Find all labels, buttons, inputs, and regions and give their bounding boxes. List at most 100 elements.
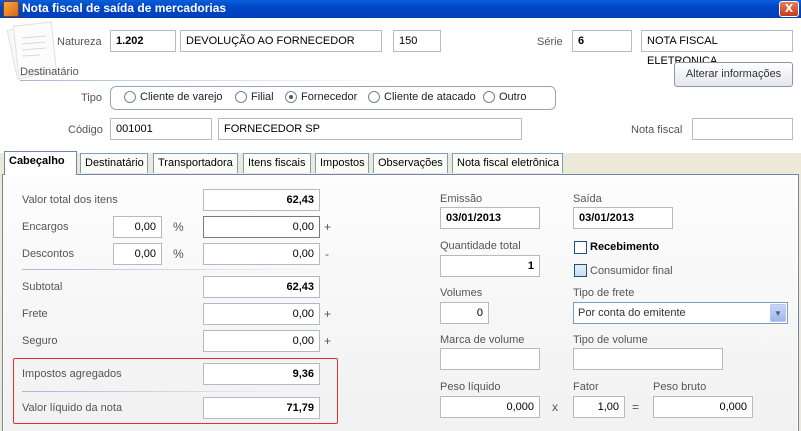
serie-label: Série xyxy=(537,36,563,48)
radio-circle xyxy=(235,91,247,103)
radio-circle xyxy=(483,91,495,103)
minus-symbol: - xyxy=(325,247,329,261)
tab-observacoes[interactable]: Observações xyxy=(373,153,448,173)
serie-description-field[interactable]: NOTA FISCAL ELETRONICA xyxy=(641,30,793,67)
descontos-percent-field[interactable]: 0,00 xyxy=(113,243,162,265)
valor-total-itens-label: Valor total dos itens xyxy=(22,194,118,206)
radio-circle xyxy=(368,91,380,103)
radio-outro[interactable]: Outro xyxy=(483,91,527,103)
destinatario-section-label: Destinatário xyxy=(20,66,79,78)
impostos-divider xyxy=(22,391,302,392)
valor-liquido-field: 71,79 xyxy=(203,397,320,419)
fator-field[interactable]: 1,00 xyxy=(573,396,625,418)
equals-symbol: = xyxy=(632,400,640,414)
natureza-label: Natureza xyxy=(57,36,102,48)
tab-label: Destinatário xyxy=(85,157,144,169)
radio-fornecedor[interactable]: Fornecedor xyxy=(285,91,357,103)
tab-nota-fiscal-eletronica[interactable]: Nota fiscal eletrônica xyxy=(452,153,563,173)
valor-total-itens-field: 62,43 xyxy=(203,189,320,211)
radio-cliente-atacado[interactable]: Cliente de atacado xyxy=(368,91,476,103)
seguro-field[interactable]: 0,00 xyxy=(203,330,320,352)
recebimento-label: Recebimento xyxy=(590,241,660,253)
radio-circle xyxy=(124,91,136,103)
tab-label: Transportadora xyxy=(158,157,233,169)
app-icon xyxy=(3,1,19,17)
impostos-agregados-label: Impostos agregados xyxy=(22,368,122,380)
tab-cabecalho[interactable]: Cabeçalho xyxy=(4,151,77,175)
fator-label: Fator xyxy=(573,381,599,393)
alterar-informacoes-button[interactable]: Alterar informações xyxy=(674,62,793,87)
nota-fiscal-label: Nota fiscal xyxy=(631,124,683,136)
tab-label: Cabeçalho xyxy=(9,155,65,167)
subtotal-field: 62,43 xyxy=(203,276,320,298)
plus-symbol: + xyxy=(324,334,332,348)
frete-label: Frete xyxy=(22,308,48,320)
radio-label: Outro xyxy=(499,91,527,103)
peso-liquido-field[interactable]: 0,000 xyxy=(440,396,540,418)
percent-symbol: % xyxy=(173,247,184,261)
saida-label: Saída xyxy=(573,193,602,205)
serie-code-field[interactable]: 6 xyxy=(572,30,632,52)
consumidor-final-label: Consumidor final xyxy=(590,265,673,277)
tab-transportadora[interactable]: Transportadora xyxy=(153,153,238,173)
tipo-volume-field[interactable] xyxy=(573,348,723,370)
codigo-label: Código xyxy=(68,124,103,136)
window-title: Nota fiscal de saída de mercadorias xyxy=(22,1,227,15)
tipo-frete-select[interactable]: Por conta do emitente ▼ xyxy=(573,302,788,324)
close-button[interactable]: X xyxy=(779,1,799,17)
frete-field[interactable]: 0,00 xyxy=(203,303,320,325)
encargos-label: Encargos xyxy=(22,221,69,233)
natureza-number-field[interactable]: 150 xyxy=(393,30,441,52)
subtotal-label: Subtotal xyxy=(22,281,63,293)
tab-itens-fiscais[interactable]: Itens fiscais xyxy=(243,153,311,173)
codigo-name-field[interactable]: FORNECEDOR SP xyxy=(218,118,522,140)
emissao-label: Emissão xyxy=(440,193,483,205)
peso-liquido-label: Peso líquido xyxy=(440,381,501,393)
natureza-code-field[interactable]: 1.202 xyxy=(110,30,176,52)
codigo-field[interactable]: 001001 xyxy=(110,118,212,140)
valor-liquido-label: Valor líquido da nota xyxy=(22,402,123,414)
radio-label: Cliente de atacado xyxy=(384,91,476,103)
plus-symbol: + xyxy=(324,307,332,321)
radio-label: Cliente de varejo xyxy=(140,91,223,103)
peso-bruto-field[interactable]: 0,000 xyxy=(653,396,753,418)
volumes-field[interactable]: 0 xyxy=(440,302,489,324)
encargos-percent-field[interactable]: 0,00 xyxy=(113,216,162,238)
quantidade-total-field: 1 xyxy=(440,255,540,277)
radio-circle-selected xyxy=(285,91,297,103)
marca-volume-field[interactable] xyxy=(440,348,540,370)
radio-filial[interactable]: Filial xyxy=(235,91,274,103)
tab-label: Itens fiscais xyxy=(248,157,306,169)
tab-impostos[interactable]: Impostos xyxy=(315,153,369,173)
tab-destinatario[interactable]: Destinatário xyxy=(80,153,148,173)
descontos-value-field[interactable]: 0,00 xyxy=(203,243,320,265)
chevron-down-icon[interactable]: ▼ xyxy=(770,304,786,322)
encargos-value-field[interactable]: 0,00 xyxy=(203,216,320,238)
nota-fiscal-field[interactable] xyxy=(692,118,793,140)
tipo-frete-value: Por conta do emitente xyxy=(578,307,686,319)
destinatario-divider xyxy=(20,80,400,81)
totals-divider xyxy=(22,269,322,270)
tab-label: Nota fiscal eletrônica xyxy=(457,157,560,169)
emissao-field[interactable]: 03/01/2013 xyxy=(440,207,540,229)
tipo-volume-label: Tipo de volume xyxy=(573,334,648,346)
tab-label: Observações xyxy=(378,157,443,169)
marca-volume-label: Marca de volume xyxy=(440,334,525,346)
tab-label: Impostos xyxy=(320,157,365,169)
tipo-radio-group: Cliente de varejo Filial Fornecedor Clie… xyxy=(110,86,556,110)
natureza-description-field[interactable]: DEVOLUÇÃO AO FORNECEDOR xyxy=(180,30,382,52)
seguro-label: Seguro xyxy=(22,335,58,347)
recebimento-checkbox[interactable] xyxy=(574,241,587,254)
peso-bruto-label: Peso bruto xyxy=(653,381,707,393)
volumes-label: Volumes xyxy=(440,287,483,299)
saida-field[interactable]: 03/01/2013 xyxy=(573,207,673,229)
consumidor-final-checkbox[interactable] xyxy=(574,264,587,277)
impostos-agregados-field: 9,36 xyxy=(203,363,320,385)
radio-cliente-varejo[interactable]: Cliente de varejo xyxy=(124,91,223,103)
times-symbol: x xyxy=(552,400,558,414)
radio-label: Filial xyxy=(251,91,274,103)
plus-symbol: + xyxy=(324,220,332,234)
radio-label: Fornecedor xyxy=(301,91,358,103)
descontos-label: Descontos xyxy=(22,248,74,260)
quantidade-total-label: Quantidade total xyxy=(440,240,521,252)
